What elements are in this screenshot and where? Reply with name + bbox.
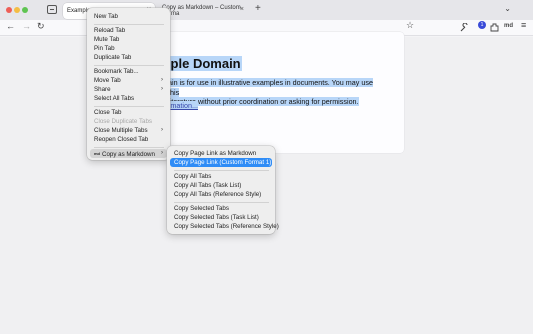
- chevron-right-icon: ›: [161, 77, 163, 83]
- menu-item-reload-tab[interactable]: Reload Tab: [90, 26, 167, 35]
- submenu-item-copy-all-tabs-task-list[interactable]: Copy All Tabs (Task List): [170, 181, 272, 190]
- wrench-icon[interactable]: [460, 23, 469, 32]
- menu-item-copy-as-markdown[interactable]: md Copy as Markdown ›: [90, 149, 167, 158]
- menu-separator: [174, 202, 269, 203]
- chevron-right-icon: ›: [161, 127, 163, 133]
- copy-as-markdown-submenu: Copy Page Link as Markdown Copy Page Lin…: [167, 146, 279, 234]
- zoom-window-button[interactable]: [22, 7, 28, 13]
- tab-copy-as-markdown[interactable]: Copy as Markdown – Custom Forma ×: [158, 3, 248, 19]
- menu-item-duplicate-tab[interactable]: Duplicate Tab: [90, 53, 167, 62]
- menu-item-label: Close Multiple Tabs: [94, 127, 148, 134]
- submenu-item-copy-selected-tabs-task-list[interactable]: Copy Selected Tabs (Task List): [170, 213, 272, 222]
- tab-context-menu: New Tab Reload Tab Mute Tab Pin Tab Dupl…: [87, 8, 170, 160]
- close-window-button[interactable]: [6, 7, 12, 13]
- menu-icon[interactable]: ≡: [521, 20, 526, 30]
- list-all-tabs-icon[interactable]: ⌄: [504, 4, 511, 13]
- menu-separator: [94, 106, 164, 107]
- tab-strip: Example D × Copy as Markdown – Custom Fo…: [0, 0, 533, 20]
- menu-item-mute-tab[interactable]: Mute Tab: [90, 35, 167, 44]
- reload-icon[interactable]: ↻: [37, 21, 45, 32]
- menu-separator: [94, 65, 164, 66]
- menu-item-bookmark-tab[interactable]: Bookmark Tab...: [90, 67, 167, 76]
- paragraph-line-1: ain is for use in illustrative examples …: [168, 78, 373, 97]
- firefox-view-icon[interactable]: [47, 5, 57, 14]
- menu-separator: [94, 24, 164, 25]
- menu-separator: [174, 170, 269, 171]
- menu-item-pin-tab[interactable]: Pin Tab: [90, 44, 167, 53]
- bookmark-star-icon[interactable]: ☆: [406, 20, 414, 31]
- submenu-item-copy-all-tabs-reference[interactable]: Copy All Tabs (Reference Style): [170, 190, 272, 199]
- chevron-right-icon: ›: [161, 150, 163, 156]
- menu-item-label: Share: [94, 86, 111, 93]
- menu-item-close-multiple-tabs[interactable]: Close Multiple Tabs ›: [90, 126, 167, 135]
- extension-badge[interactable]: 1: [478, 21, 486, 29]
- menu-item-label: Move Tab: [94, 77, 121, 84]
- menu-item-close-duplicate-tabs: Close Duplicate Tabs: [94, 118, 153, 125]
- back-icon[interactable]: ←: [6, 21, 15, 31]
- submenu-item-copy-selected-tabs[interactable]: Copy Selected Tabs: [170, 204, 272, 213]
- menu-item-label: Copy as Markdown: [102, 151, 155, 158]
- menu-item-move-tab[interactable]: Move Tab ›: [90, 76, 167, 85]
- submenu-item-copy-page-link[interactable]: Copy Page Link as Markdown: [170, 149, 272, 158]
- minimize-window-button[interactable]: [14, 7, 20, 13]
- copy-as-markdown-extension-icon[interactable]: md: [504, 23, 513, 29]
- new-tab-icon[interactable]: +: [255, 3, 261, 14]
- menu-item-share[interactable]: Share ›: [90, 85, 167, 94]
- tab-title: Copy as Markdown – Custom Forma: [162, 5, 241, 17]
- page-paragraph: ain is for use in illustrative examples …: [168, 78, 378, 107]
- page-heading: mple Domain: [158, 56, 242, 71]
- submenu-item-copy-page-link-custom[interactable]: Copy Page Link (Custom Format 1): [170, 158, 272, 167]
- chevron-right-icon: ›: [161, 86, 163, 92]
- markdown-icon: md: [94, 151, 100, 156]
- menu-item-select-all-tabs[interactable]: Select All Tabs: [90, 94, 167, 103]
- more-information-link[interactable]: rmation...: [168, 101, 198, 110]
- tab-close-icon[interactable]: ×: [240, 6, 244, 13]
- extensions-icon[interactable]: [490, 23, 499, 32]
- submenu-item-copy-selected-tabs-reference[interactable]: Copy Selected Tabs (Reference Style): [170, 222, 279, 231]
- forward-icon[interactable]: →: [22, 21, 31, 31]
- submenu-item-copy-all-tabs[interactable]: Copy All Tabs: [170, 172, 272, 181]
- menu-separator: [94, 147, 164, 148]
- menu-item-close-tab[interactable]: Close Tab: [90, 108, 167, 117]
- menu-item-new-tab[interactable]: New Tab: [90, 12, 167, 21]
- menu-item-reopen-closed-tab[interactable]: Reopen Closed Tab: [90, 135, 167, 144]
